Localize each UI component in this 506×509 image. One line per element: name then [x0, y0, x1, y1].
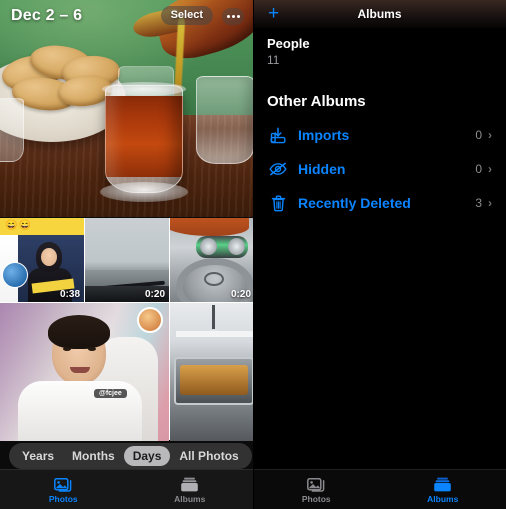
thumb-lamp-stem	[212, 305, 215, 331]
timeline-segmented-control[interactable]: Years Months Days All Photos	[9, 443, 252, 469]
tab-label: Photos	[48, 493, 78, 504]
album-count: 3	[475, 196, 482, 210]
album-label: Recently Deleted	[298, 195, 411, 211]
video-duration: 0:20	[144, 289, 165, 300]
thumb-oven-window	[180, 365, 248, 395]
album-count: 0	[475, 128, 482, 142]
video-duration: 0:38	[59, 289, 80, 300]
people-label: People	[267, 36, 310, 51]
segment-years[interactable]: Years	[13, 446, 63, 466]
tab-label: Albums	[174, 493, 206, 504]
thumb-person-hair	[48, 315, 110, 349]
tab-photos[interactable]: Photos	[281, 476, 351, 504]
nav-title: Albums	[357, 7, 402, 21]
segment-days[interactable]: Days	[123, 446, 171, 466]
albums-app-panel: + Albums People 11 Other Albums Imports …	[253, 0, 506, 509]
chevron-right-icon: ›	[488, 162, 492, 176]
grid-thumbnail[interactable]: @fcjee	[0, 303, 169, 441]
thumb-car-roof	[170, 218, 249, 236]
glass-right	[196, 76, 253, 164]
album-row-recently-deleted[interactable]: Recently Deleted 3 ›	[253, 186, 506, 220]
grid-thumbnail[interactable]	[170, 303, 253, 441]
photo-grid: 😄😄 0:38 0:20 0:20 @fcjee	[0, 218, 253, 441]
photos-icon	[53, 476, 73, 493]
select-button[interactable]: Select	[160, 6, 213, 25]
hero-photo[interactable]: Dec 2 – 6 Select	[0, 0, 253, 217]
album-label: Hidden	[298, 161, 346, 177]
import-icon	[268, 125, 288, 145]
grid-thumbnail[interactable]: 😄😄 0:38	[0, 218, 84, 302]
album-row-hidden[interactable]: Hidden 0 ›	[253, 152, 506, 186]
thumb-mouth	[70, 367, 90, 373]
grid-thumbnail[interactable]: 0:20	[170, 218, 253, 302]
thumb-dial	[228, 238, 245, 255]
other-albums-heading: Other Albums	[267, 93, 366, 110]
chevron-right-icon: ›	[488, 196, 492, 210]
tabbar-right: Photos Albums	[253, 469, 506, 509]
album-label: Imports	[298, 127, 350, 143]
eye-slash-icon	[268, 159, 288, 179]
video-duration: 0:20	[230, 289, 251, 300]
tea-glass-base	[100, 182, 188, 202]
plus-icon[interactable]: +	[265, 4, 282, 23]
thumb-shelf	[176, 331, 253, 337]
thumb-person-face	[41, 248, 57, 266]
thumb-eye	[63, 347, 71, 351]
thumb-dial	[200, 238, 217, 255]
photos-icon	[306, 476, 326, 493]
tea-glass	[105, 85, 183, 193]
tab-photos[interactable]: Photos	[28, 476, 98, 504]
segment-months[interactable]: Months	[63, 446, 124, 466]
page-title: Dec 2 – 6	[11, 7, 83, 24]
grid-thumbnail[interactable]: 0:20	[85, 218, 169, 302]
ellipsis-icon[interactable]	[222, 8, 244, 25]
segment-all-photos[interactable]: All Photos	[170, 446, 247, 466]
albums-icon	[180, 476, 199, 493]
screenshot-root: Dec 2 – 6 Select 😄😄 0:38 0:20 0:20 @fcje…	[0, 0, 506, 509]
people-count: 11	[267, 53, 280, 67]
photos-app-panel: Dec 2 – 6 Select 😄😄 0:38 0:20 0:20 @fcje…	[0, 0, 253, 509]
panel-divider	[253, 0, 254, 509]
thumb-globe-badge	[2, 262, 28, 288]
trash-icon	[268, 193, 288, 213]
chevron-right-icon: ›	[488, 128, 492, 142]
thumb-eye	[88, 347, 96, 351]
people-section[interactable]: People 11	[253, 28, 506, 71]
thumb-watermark: @fcjee	[94, 389, 127, 398]
album-row-imports[interactable]: Imports 0 ›	[253, 118, 506, 152]
tab-label: Albums	[427, 493, 459, 504]
tab-albums[interactable]: Albums	[155, 476, 225, 504]
album-count: 0	[475, 162, 482, 176]
thumb-car-logo	[204, 272, 224, 286]
navigation-bar: + Albums	[253, 0, 506, 28]
tab-label: Photos	[301, 493, 331, 504]
emoji-icon: 😄😄	[5, 220, 32, 231]
thumb-avatar-badge	[137, 307, 163, 333]
tab-albums[interactable]: Albums	[408, 476, 478, 504]
glass-left	[0, 98, 24, 162]
tabbar-left: Photos Albums	[0, 469, 253, 509]
albums-icon	[433, 476, 452, 493]
